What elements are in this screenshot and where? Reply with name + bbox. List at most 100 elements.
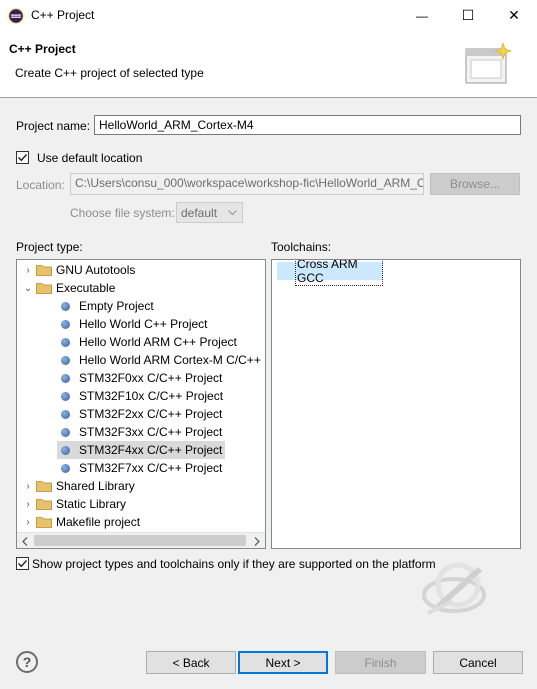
tree-item-label: STM32F0xx C/C++ Project [79, 371, 223, 385]
project-template-icon [61, 427, 70, 437]
wizard-watermark-icon [422, 562, 486, 615]
tree-leaf-item[interactable]: Hello World ARM Cortex-M C/C++ [61, 351, 264, 369]
tree-leaf-item[interactable]: STM32F7xx C/C++ Project [61, 459, 225, 477]
tree-leaf-item[interactable]: STM32F2xx C/C++ Project [61, 405, 225, 423]
tree-item-label: Executable [56, 281, 116, 295]
next-button[interactable]: Next > [238, 651, 328, 674]
maximize-button[interactable]: ☐ [445, 0, 491, 31]
eclipse-icon [8, 8, 24, 24]
browse-button[interactable]: Browse... [430, 173, 520, 195]
tree-item-label: STM32F3xx C/C++ Project [79, 425, 223, 439]
project-type-tree-rows: › GNU Autotools ⌄ Executable Empty Project He… [17, 261, 265, 533]
project-template-icon [61, 355, 70, 365]
project-template-icon [61, 373, 70, 383]
tree-item-label: STM32F7xx C/C++ Project [79, 461, 223, 475]
tree-folder-item[interactable]: › Makefile project [20, 513, 143, 531]
checkmark-icon [18, 560, 28, 568]
banner-subtitle: Create C++ project of selected type [15, 66, 204, 80]
next-label: Next > [265, 655, 301, 670]
back-button[interactable]: < Back [146, 651, 236, 674]
tree-item-label: Empty Project [79, 299, 154, 313]
chevron-down-icon[interactable]: ⌄ [20, 283, 36, 294]
back-label: < Back [172, 655, 210, 670]
project-template-icon [61, 301, 70, 311]
toolchain-item-label: Cross ARM GCC [295, 260, 383, 286]
toolchains-list[interactable]: Cross ARM GCC [271, 259, 521, 549]
project-name-input[interactable]: HelloWorld_ARM_Cortex-M4 [94, 115, 521, 135]
chevron-right-icon[interactable]: › [20, 481, 36, 492]
finish-button[interactable]: Finish [335, 651, 426, 674]
location-label: Location: [16, 178, 65, 192]
cancel-label: Cancel [459, 655, 497, 670]
project-type-tree[interactable]: › GNU Autotools ⌄ Executable Empty Project He… [16, 259, 266, 549]
use-default-location-checkbox[interactable] [16, 151, 29, 164]
file-system-label: Choose file system: [70, 206, 175, 220]
tree-folder-item[interactable]: › GNU Autotools [20, 261, 138, 279]
help-glyph: ? [22, 654, 32, 670]
folder-icon [36, 265, 52, 276]
wizard-banner: C++ Project Create C++ project of select… [0, 31, 537, 98]
chevron-right-icon[interactable]: › [20, 265, 36, 276]
scroll-left-icon[interactable] [22, 537, 28, 546]
folder-icon [36, 481, 52, 492]
project-template-icon [61, 409, 70, 419]
file-system-value: default [181, 205, 218, 220]
tree-item-label: GNU Autotools [56, 263, 136, 277]
project-type-label: Project type: [16, 240, 83, 254]
maximize-icon: ☐ [461, 7, 475, 23]
tree-item-label: STM32F2xx C/C++ Project [79, 407, 223, 421]
horizontal-scrollbar[interactable] [17, 532, 265, 548]
location-input[interactable]: C:\Users\consu_000\workspace\workshop-fi… [70, 173, 424, 195]
use-default-location-label: Use default location [37, 151, 143, 165]
tree-item-label: STM32F4xx C/C++ Project [79, 443, 223, 457]
finish-label: Finish [364, 655, 397, 670]
banner-title: C++ Project [9, 42, 76, 56]
tree-item-label: STM32F10x C/C++ Project [79, 389, 224, 403]
chevron-right-icon[interactable]: › [20, 499, 36, 510]
chevron-down-icon [228, 210, 237, 216]
folder-icon [36, 283, 52, 294]
project-template-icon [61, 463, 70, 473]
chevron-right-icon[interactable]: › [20, 517, 36, 528]
help-icon[interactable]: ? [16, 651, 38, 673]
supported-only-label: Show project types and toolchains only i… [32, 557, 436, 571]
tree-leaf-item[interactable]: STM32F0xx C/C++ Project [61, 369, 225, 387]
close-icon: ✕ [508, 7, 520, 23]
tree-item-label: Hello World ARM C++ Project [79, 335, 237, 349]
tree-item-label: Hello World C++ Project [79, 317, 208, 331]
project-template-icon [61, 391, 70, 401]
tree-leaf-item[interactable]: STM32F10x C/C++ Project [61, 387, 226, 405]
tree-leaf-item[interactable]: STM32F4xx C/C++ Project [57, 441, 226, 459]
tree-item-label: Hello World ARM Cortex-M C/C++ [79, 353, 261, 367]
project-template-icon [61, 445, 70, 455]
project-template-icon [61, 319, 70, 329]
tree-item-label: Shared Library [56, 479, 135, 493]
cancel-button[interactable]: Cancel [433, 651, 523, 674]
project-name-label: Project name: [16, 119, 91, 133]
tree-leaf-item[interactable]: Hello World C++ Project [61, 315, 211, 333]
checkmark-icon [18, 154, 28, 162]
tree-item-label: Makefile project [56, 515, 141, 529]
folder-icon [36, 499, 52, 510]
wizard-window-icon [465, 42, 512, 84]
tree-folder-item[interactable]: ⌄ Executable [20, 279, 118, 297]
tree-folder-item[interactable]: › Static Library [20, 495, 129, 513]
toolchain-item[interactable]: Cross ARM GCC [277, 260, 383, 286]
window-title: C++ Project [31, 8, 95, 22]
tree-leaf-item[interactable]: STM32F3xx C/C++ Project [61, 423, 225, 441]
file-system-select[interactable]: default [176, 202, 243, 223]
minimize-icon: — [416, 8, 428, 23]
scrollbar-thumb[interactable] [34, 535, 246, 546]
tree-item-label: Static Library [56, 497, 127, 511]
minimize-button[interactable]: — [399, 0, 445, 31]
title-bar: C++ Project — ☐ ✕ [0, 0, 537, 32]
supported-only-checkbox[interactable] [16, 557, 29, 570]
tree-leaf-item[interactable]: Hello World ARM C++ Project [61, 333, 240, 351]
tree-folder-item[interactable]: › Shared Library [20, 477, 138, 495]
scroll-right-icon[interactable] [254, 537, 260, 546]
project-template-icon [61, 337, 70, 347]
folder-icon [36, 517, 52, 528]
close-button[interactable]: ✕ [491, 0, 537, 31]
toolchains-label: Toolchains: [271, 240, 332, 254]
tree-leaf-item[interactable]: Empty Project [61, 297, 157, 315]
